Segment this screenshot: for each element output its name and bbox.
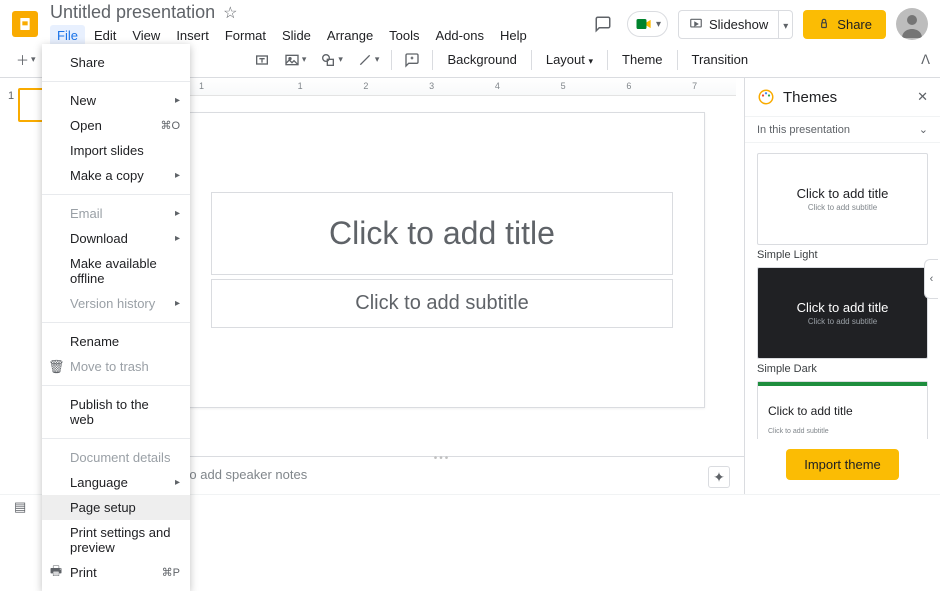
meet-button[interactable]: ▾ <box>627 11 668 37</box>
theme-name: Simple Light <box>757 249 928 261</box>
themes-title: Themes <box>783 89 909 106</box>
slideshow-button[interactable]: Slideshow <box>678 10 779 39</box>
doc-title[interactable]: Untitled presentation <box>50 2 215 23</box>
star-icon[interactable]: ☆ <box>223 3 237 23</box>
speaker-notes[interactable]: ••• Click to add speaker notes <box>140 456 744 494</box>
theme-preview-streamline[interactable]: Click to add title Click to add subtitle <box>757 381 928 439</box>
layout-button[interactable]: Layout ▾ <box>538 48 601 71</box>
shape-tool[interactable]: ▾ <box>314 48 349 72</box>
file-print-settings[interactable]: Print settings and preview <box>42 520 190 560</box>
submenu-arrow-icon: ▸ <box>175 170 180 181</box>
side-panel-toggle[interactable]: ‹ <box>924 259 938 299</box>
themes-panel: Themes ✕ In this presentation ⌄ Click to… <box>744 78 940 494</box>
slideshow-label: Slideshow <box>709 17 768 32</box>
background-button[interactable]: Background <box>439 48 524 71</box>
file-import-slides[interactable]: Import slides <box>42 138 190 163</box>
ruler: 1 1 2 3 4 5 6 7 <box>188 78 736 96</box>
theme-button[interactable]: Theme <box>614 48 670 71</box>
transition-button[interactable]: Transition <box>684 48 757 71</box>
subtitle-placeholder[interactable]: Click to add subtitle <box>211 279 672 328</box>
filmstrip-view-icon[interactable]: ▤ <box>14 499 26 515</box>
slide-number: 1 <box>8 88 14 122</box>
file-share[interactable]: Share <box>42 50 190 75</box>
themes-section-toggle[interactable]: In this presentation ⌄ <box>745 116 940 143</box>
collapse-toolbar-icon[interactable]: ᐱ <box>921 52 930 68</box>
file-move-trash: 🗑Move to trash <box>42 354 190 379</box>
image-tool[interactable]: ▾ <box>278 48 313 72</box>
file-open[interactable]: Open⌘O <box>42 113 190 138</box>
print-icon: 🖶 <box>48 562 64 584</box>
explore-button[interactable]: ✦ <box>708 466 730 488</box>
file-doc-details: Document details <box>42 445 190 470</box>
file-language[interactable]: Language▸ <box>42 470 190 495</box>
theme-preview-simple-dark[interactable]: Click to add title Click to add subtitle <box>757 267 928 359</box>
app-header: Untitled presentation ☆ File Edit View I… <box>0 0 940 42</box>
file-new[interactable]: New▸ <box>42 88 190 113</box>
file-rename[interactable]: Rename <box>42 329 190 354</box>
file-menu-dropdown: Share New▸ Open⌘O Import slides Make a c… <box>42 44 190 591</box>
chevron-down-icon: ⌄ <box>919 123 928 136</box>
file-download[interactable]: Download▸ <box>42 226 190 251</box>
comment-tool[interactable] <box>398 48 426 72</box>
theme-card: Click to add title Click to add subtitle… <box>757 153 928 261</box>
theme-preview-simple-light[interactable]: Click to add title Click to add subtitle <box>757 153 928 245</box>
title-placeholder[interactable]: Click to add title <box>211 192 672 275</box>
import-theme-button[interactable]: Import theme <box>786 449 899 480</box>
submenu-arrow-icon: ▸ <box>175 233 180 244</box>
slideshow-dropdown[interactable]: ▾ <box>779 10 793 39</box>
share-label: Share <box>837 17 872 32</box>
notes-drag-handle[interactable]: ••• <box>434 453 451 464</box>
file-version-history: Version history▸ <box>42 291 190 316</box>
trash-icon: 🗑 <box>48 359 64 375</box>
textbox-tool[interactable] <box>248 48 276 72</box>
file-email: Email▸ <box>42 201 190 226</box>
submenu-arrow-icon: ▸ <box>175 208 180 219</box>
submenu-arrow-icon: ▸ <box>175 298 180 309</box>
theme-name: Simple Dark <box>757 363 928 375</box>
canvas-area: 1 1 2 3 4 5 6 7 Click to add title Click… <box>140 78 744 494</box>
line-tool[interactable]: ▾ <box>351 48 386 72</box>
comments-icon[interactable] <box>589 10 617 38</box>
theme-card: Click to add title Click to add subtitle… <box>757 267 928 375</box>
slides-logo <box>12 11 38 37</box>
slide-canvas[interactable]: Click to add title Click to add subtitle <box>179 112 705 408</box>
theme-card: Click to add title Click to add subtitle… <box>757 381 928 439</box>
user-avatar[interactable] <box>896 8 928 40</box>
file-publish[interactable]: Publish to the web <box>42 392 190 432</box>
close-icon[interactable]: ✕ <box>917 89 928 105</box>
palette-icon <box>757 88 775 106</box>
submenu-arrow-icon: ▸ <box>175 95 180 106</box>
submenu-arrow-icon: ▸ <box>175 477 180 488</box>
file-make-offline[interactable]: Make available offline <box>42 251 190 291</box>
file-make-copy[interactable]: Make a copy▸ <box>42 163 190 188</box>
file-page-setup[interactable]: Page setup <box>42 495 190 520</box>
share-button[interactable]: Share <box>803 10 886 39</box>
file-print[interactable]: 🖶Print⌘P <box>42 560 190 585</box>
new-slide-button[interactable]: ＋ ▾ <box>10 46 42 73</box>
